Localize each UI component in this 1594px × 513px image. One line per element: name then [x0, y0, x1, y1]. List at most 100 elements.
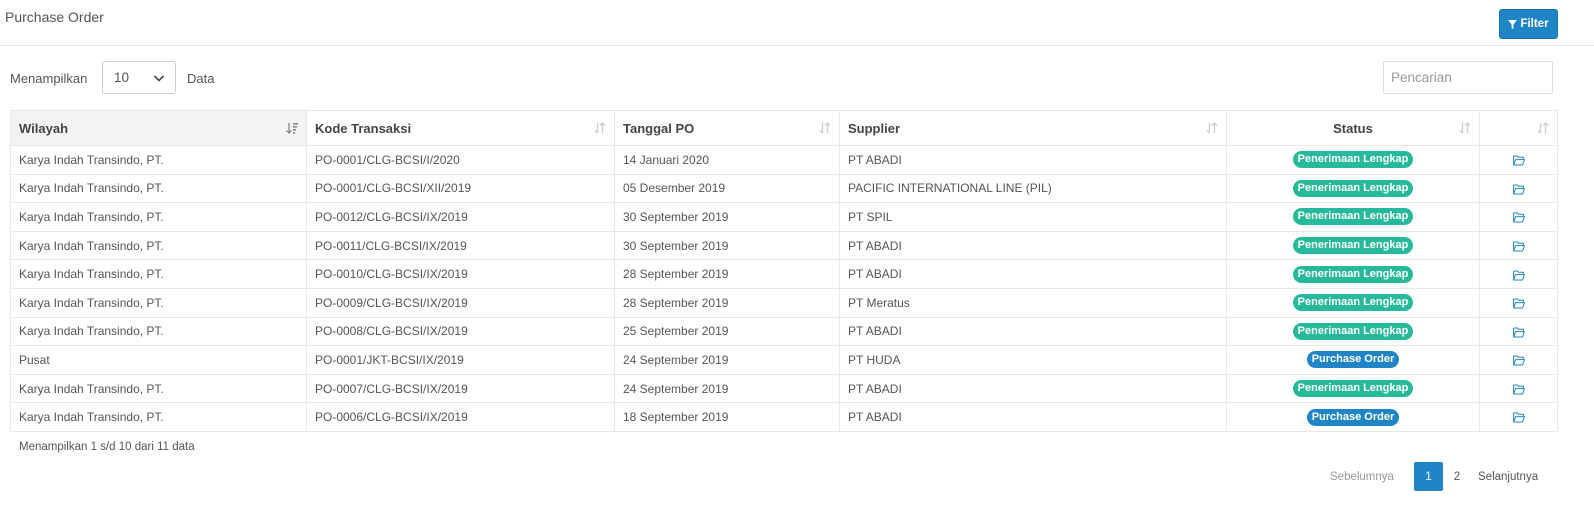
cell-supplier: PT HUDA: [839, 345, 1227, 375]
folder-open-icon[interactable]: [1512, 355, 1525, 366]
folder-open-icon[interactable]: [1512, 270, 1525, 281]
column-header-label: Kode Transaksi: [315, 120, 412, 136]
sort-icon: [1459, 122, 1471, 134]
cell-supplier: PT ABADI: [839, 402, 1227, 432]
search-input[interactable]: [1383, 61, 1553, 94]
cell-wilayah: Karya Indah Transindo, PT.: [10, 316, 307, 347]
page-length-select[interactable]: 10: [102, 61, 176, 94]
folder-open-icon[interactable]: [1512, 155, 1525, 166]
cell-status: Purchase Order: [1226, 402, 1480, 432]
length-label-suffix: Data: [187, 71, 215, 86]
status-badge: Penerimaan Lengkap: [1292, 294, 1414, 312]
column-header-action[interactable]: [1479, 110, 1558, 146]
column-header-wilayah[interactable]: Wilayah: [10, 110, 307, 146]
cell-tanggal-po: 28 September 2019: [614, 259, 840, 289]
status-badge: Penerimaan Lengkap: [1292, 322, 1414, 340]
filter-button[interactable]: Filter: [1499, 9, 1558, 39]
table-row: Karya Indah Transindo, PT. PO-0012/CLG-BC…: [10, 202, 1558, 232]
cell-wilayah: Karya Indah Transindo, PT.: [10, 230, 307, 261]
column-header-label: Wilayah: [19, 120, 69, 136]
table-row: Karya Indah Transindo, PT. PO-0001/CLG-BC…: [10, 145, 1558, 175]
folder-open-icon[interactable]: [1512, 184, 1525, 195]
cell-tanggal-po: 18 September 2019: [614, 402, 840, 432]
status-badge: Purchase Order: [1306, 408, 1400, 426]
cell-tanggal-po: 25 September 2019: [614, 316, 840, 347]
cell-wilayah: Karya Indah Transindo, PT.: [10, 173, 307, 204]
filter-button-label: Filter: [1520, 18, 1549, 30]
cell-kode-transaksi: PO-0001/CLG-BCSI/XII/2019: [306, 173, 615, 204]
sort-icon: [1537, 122, 1549, 134]
cell-kode-transaksi: PO-0011/CLG-BCSI/IX/2019: [306, 230, 615, 261]
folder-open-icon[interactable]: [1512, 384, 1525, 395]
cell-wilayah: Karya Indah Transindo, PT.: [10, 373, 307, 404]
chevron-down-icon: [153, 75, 165, 82]
cell-kode-transaksi: PO-0006/CLG-BCSI/IX/2019: [306, 402, 615, 432]
cell-kode-transaksi: PO-0001/CLG-BCSI/I/2020: [306, 145, 615, 175]
column-header-status[interactable]: Status: [1226, 110, 1480, 146]
folder-open-icon[interactable]: [1512, 327, 1525, 338]
sort-icon: [1206, 122, 1218, 134]
cell-status: Penerimaan Lengkap: [1226, 259, 1480, 289]
cell-status: Penerimaan Lengkap: [1226, 287, 1480, 318]
folder-open-icon[interactable]: [1512, 212, 1525, 223]
cell-kode-transaksi: PO-0010/CLG-BCSI/IX/2019: [306, 259, 615, 289]
cell-wilayah: Karya Indah Transindo, PT.: [10, 402, 307, 432]
table-row: Karya Indah Transindo, PT. PO-0001/CLG-BC…: [10, 173, 1558, 204]
table-row: Karya Indah Transindo, PT. PO-0009/CLG-BC…: [10, 287, 1558, 318]
cell-action: [1479, 145, 1558, 175]
cell-status: Penerimaan Lengkap: [1226, 145, 1480, 175]
cell-kode-transaksi: PO-0001/JKT-BCSI/IX/2019: [306, 345, 615, 375]
filter-icon: [1508, 19, 1518, 29]
status-badge: Penerimaan Lengkap: [1292, 151, 1414, 169]
cell-supplier: PT Meratus: [839, 287, 1227, 318]
column-header-kode-transaksi[interactable]: Kode Transaksi: [306, 110, 615, 146]
cell-tanggal-po: 24 September 2019: [614, 345, 840, 375]
cell-kode-transaksi: PO-0007/CLG-BCSI/IX/2019: [306, 373, 615, 404]
pagination-previous[interactable]: Sebelumnya: [1330, 462, 1394, 491]
folder-open-icon[interactable]: [1512, 298, 1525, 309]
table-row: Karya Indah Transindo, PT. PO-0010/CLG-BC…: [10, 259, 1558, 289]
cell-supplier: PACIFIC INTERNATIONAL LINE (PIL): [839, 173, 1227, 204]
table-row: Karya Indah Transindo, PT. PO-0006/CLG-BC…: [10, 402, 1558, 432]
pagination-page-2[interactable]: 2: [1447, 462, 1467, 491]
cell-action: [1479, 287, 1558, 318]
cell-action: [1479, 202, 1558, 232]
column-header-label: Supplier: [848, 120, 901, 136]
cell-tanggal-po: 28 September 2019: [614, 287, 840, 318]
cell-wilayah: Karya Indah Transindo, PT.: [10, 287, 307, 318]
column-header-tanggal-po[interactable]: Tanggal PO: [614, 110, 840, 146]
pagination-page-1[interactable]: 1: [1414, 462, 1443, 491]
status-badge: Penerimaan Lengkap: [1292, 208, 1414, 226]
purchase-order-table: Wilayah Kode Transaksi Tanggal PO Suppli…: [10, 110, 1558, 432]
status-badge: Penerimaan Lengkap: [1292, 380, 1414, 398]
length-label-prefix: Menampilkan: [10, 71, 88, 86]
folder-open-icon[interactable]: [1512, 241, 1525, 252]
page-header: Purchase Order Filter: [0, 0, 1594, 46]
cell-status: Penerimaan Lengkap: [1226, 173, 1480, 204]
cell-action: [1479, 230, 1558, 261]
sort-icon: [594, 122, 606, 134]
cell-supplier: PT ABADI: [839, 259, 1227, 289]
column-header-supplier[interactable]: Supplier: [839, 110, 1227, 146]
cell-supplier: PT ABADI: [839, 373, 1227, 404]
cell-status: Penerimaan Lengkap: [1226, 373, 1480, 404]
cell-tanggal-po: 14 Januari 2020: [614, 145, 840, 175]
cell-wilayah: Pusat: [10, 345, 307, 375]
cell-status: Penerimaan Lengkap: [1226, 316, 1480, 347]
cell-kode-transaksi: PO-0008/CLG-BCSI/IX/2019: [306, 316, 615, 347]
folder-open-icon[interactable]: [1512, 412, 1525, 423]
cell-status: Purchase Order: [1226, 345, 1480, 375]
cell-tanggal-po: 30 September 2019: [614, 202, 840, 232]
status-badge: Penerimaan Lengkap: [1292, 265, 1414, 283]
cell-wilayah: Karya Indah Transindo, PT.: [10, 202, 307, 232]
table-row: Karya Indah Transindo, PT. PO-0011/CLG-BC…: [10, 230, 1558, 261]
table-header-row: Wilayah Kode Transaksi Tanggal PO Suppli…: [10, 110, 1558, 146]
cell-action: [1479, 316, 1558, 347]
pagination-next[interactable]: Selanjutnya: [1478, 462, 1538, 491]
sort-icon: [819, 122, 831, 134]
cell-status: Penerimaan Lengkap: [1226, 230, 1480, 261]
cell-supplier: PT ABADI: [839, 316, 1227, 347]
cell-supplier: PT ABADI: [839, 230, 1227, 261]
cell-wilayah: Karya Indah Transindo, PT.: [10, 259, 307, 289]
status-badge: Penerimaan Lengkap: [1292, 179, 1414, 197]
